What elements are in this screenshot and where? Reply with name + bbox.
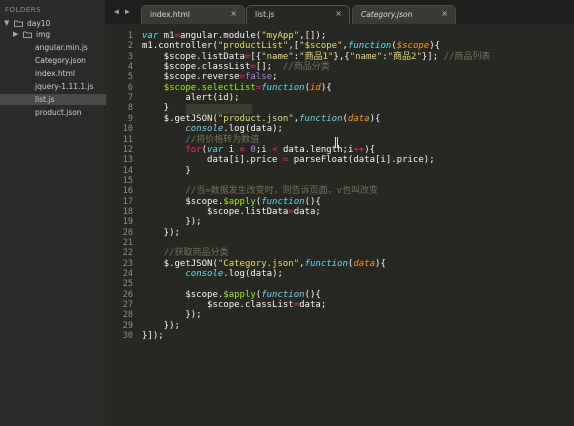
line-number: 15 <box>122 175 133 186</box>
line-number: 17 <box>122 196 133 207</box>
tree-file-Category-json[interactable]: Category.json <box>0 55 106 66</box>
code-line[interactable]: $scope.selectList=function(id){ <box>142 83 332 93</box>
collapse-arrow-icon[interactable]: ▶ <box>13 29 18 40</box>
code-line[interactable]: }]); <box>142 331 164 341</box>
tab-list-js[interactable]: list.js × <box>246 5 350 24</box>
line-number: 19 <box>122 217 133 228</box>
code-line[interactable]: console.log(data); <box>142 124 283 134</box>
tree-label: angular.min.js <box>35 43 88 52</box>
tree-file-list-js[interactable]: list.js <box>0 94 106 105</box>
line-number: 23 <box>122 258 133 269</box>
folders-header: FOLDERS <box>5 6 42 14</box>
folder-icon <box>23 31 32 38</box>
line-number: 8 <box>127 103 133 114</box>
line-number: 1 <box>127 31 133 41</box>
folder-open-icon <box>14 20 23 27</box>
line-number: 26 <box>122 289 133 300</box>
code-line[interactable]: //获取商品分类 <box>142 248 229 258</box>
code-line[interactable]: } <box>142 166 190 176</box>
code-line[interactable]: $scope.$apply(function(){ <box>142 197 321 207</box>
line-number: 5 <box>127 72 133 83</box>
line-number: 30 <box>122 331 133 342</box>
sidebar: FOLDERS ▼ day10 ▶ img angular.min.js Catego… <box>0 0 106 426</box>
code-line[interactable]: m1.controller("productList",["$scope",fu… <box>142 41 440 51</box>
code-line[interactable]: $scope.reverse=false; <box>142 72 278 82</box>
line-number: 12 <box>122 144 133 155</box>
text-cursor-icon <box>335 137 338 148</box>
tab-index-html[interactable]: index.html × <box>141 5 245 24</box>
code-line[interactable]: } <box>142 103 169 113</box>
code-line[interactable]: $scope.classList=data; <box>142 300 326 310</box>
code-line[interactable]: //当=数据发生改变时，则告诉页面，v也叫改变 <box>142 186 378 196</box>
line-number: 20 <box>122 227 133 238</box>
tree-label: jquery-1.11.1.js <box>35 82 94 91</box>
line-number: 16 <box>122 186 133 197</box>
code-line[interactable]: var m1=angular.module("myApp",[]); <box>142 31 326 41</box>
line-number: 6 <box>127 82 133 93</box>
tree-label: product.json <box>35 108 82 117</box>
code-line[interactable]: $scope.classList=[]; //商品分类 <box>142 62 330 72</box>
code-line[interactable]: data[i].price = parseFloat(data[i].price… <box>142 155 435 165</box>
current-line-highlight <box>186 103 252 114</box>
tree-folder-day10[interactable]: ▼ day10 <box>0 18 106 29</box>
line-number: 13 <box>122 155 133 166</box>
close-icon[interactable]: × <box>335 9 342 18</box>
line-number: 28 <box>122 310 133 321</box>
tab-bar: ◀ ▶ index.html × list.js × Category.json… <box>106 0 574 24</box>
tree-label: img <box>36 30 51 39</box>
code-line[interactable]: $scope.listData=[{"name":"商品1"},{"name":… <box>142 52 491 62</box>
line-number: 22 <box>122 248 133 259</box>
code-editor[interactable]: 1 var m1=angular.module("myApp",[]); 2 m1.c… <box>106 24 574 426</box>
code-line[interactable]: }); <box>142 310 201 320</box>
tree-file-product-json[interactable]: product.json <box>0 107 106 118</box>
forward-arrow-icon[interactable]: ▶ <box>125 7 130 16</box>
line-number: 10 <box>122 124 133 135</box>
tree-file-index-html[interactable]: index.html <box>0 68 106 79</box>
back-arrow-icon[interactable]: ◀ <box>114 7 119 16</box>
line-number: 21 <box>122 238 133 248</box>
line-number: 9 <box>127 113 133 124</box>
code-line[interactable]: }); <box>142 217 201 227</box>
tree-label: day10 <box>27 19 51 28</box>
tree-label: index.html <box>35 69 75 78</box>
line-number: 14 <box>122 165 133 176</box>
line-number: 24 <box>122 269 133 280</box>
line-number: 29 <box>122 320 133 331</box>
close-icon[interactable]: × <box>441 9 448 18</box>
line-number: 7 <box>127 93 133 104</box>
code-line[interactable]: }); <box>142 321 180 331</box>
tree-folder-img[interactable]: ▶ img <box>0 29 106 40</box>
code-line[interactable]: }); <box>142 228 180 238</box>
tree-file-angular-min-js[interactable]: angular.min.js <box>0 42 106 53</box>
line-number: 11 <box>122 134 133 145</box>
line-number: 18 <box>122 206 133 217</box>
tree-label: list.js <box>35 95 55 104</box>
code-line[interactable]: $.getJSON("Category.json",function(data)… <box>142 259 386 269</box>
tree-file-jquery-1-11-1-js[interactable]: jquery-1.11.1.js <box>0 81 106 92</box>
expand-arrow-icon[interactable]: ▼ <box>4 18 9 29</box>
code-line[interactable]: //将价格转为数值 <box>142 135 259 145</box>
line-number: 27 <box>122 300 133 311</box>
code-line[interactable]: $.getJSON("product.json",function(data){ <box>142 114 381 124</box>
tree-label: Category.json <box>35 56 86 65</box>
line-number: 3 <box>127 51 133 62</box>
line-number: 4 <box>127 62 133 73</box>
line-number: 2 <box>127 41 133 52</box>
code-line[interactable]: for(var i = 0;i < data.length;i++){ <box>142 145 375 155</box>
tab-category-json[interactable]: Category.json × <box>352 5 456 24</box>
line-number: 25 <box>122 279 133 290</box>
code-line[interactable]: alert(id); <box>142 93 239 103</box>
close-icon[interactable]: × <box>230 9 237 18</box>
code-line[interactable]: $scope.$apply(function(){ <box>142 290 321 300</box>
code-line[interactable]: console.log(data); <box>142 269 283 279</box>
code-line[interactable]: $scope.listData=data; <box>142 207 321 217</box>
